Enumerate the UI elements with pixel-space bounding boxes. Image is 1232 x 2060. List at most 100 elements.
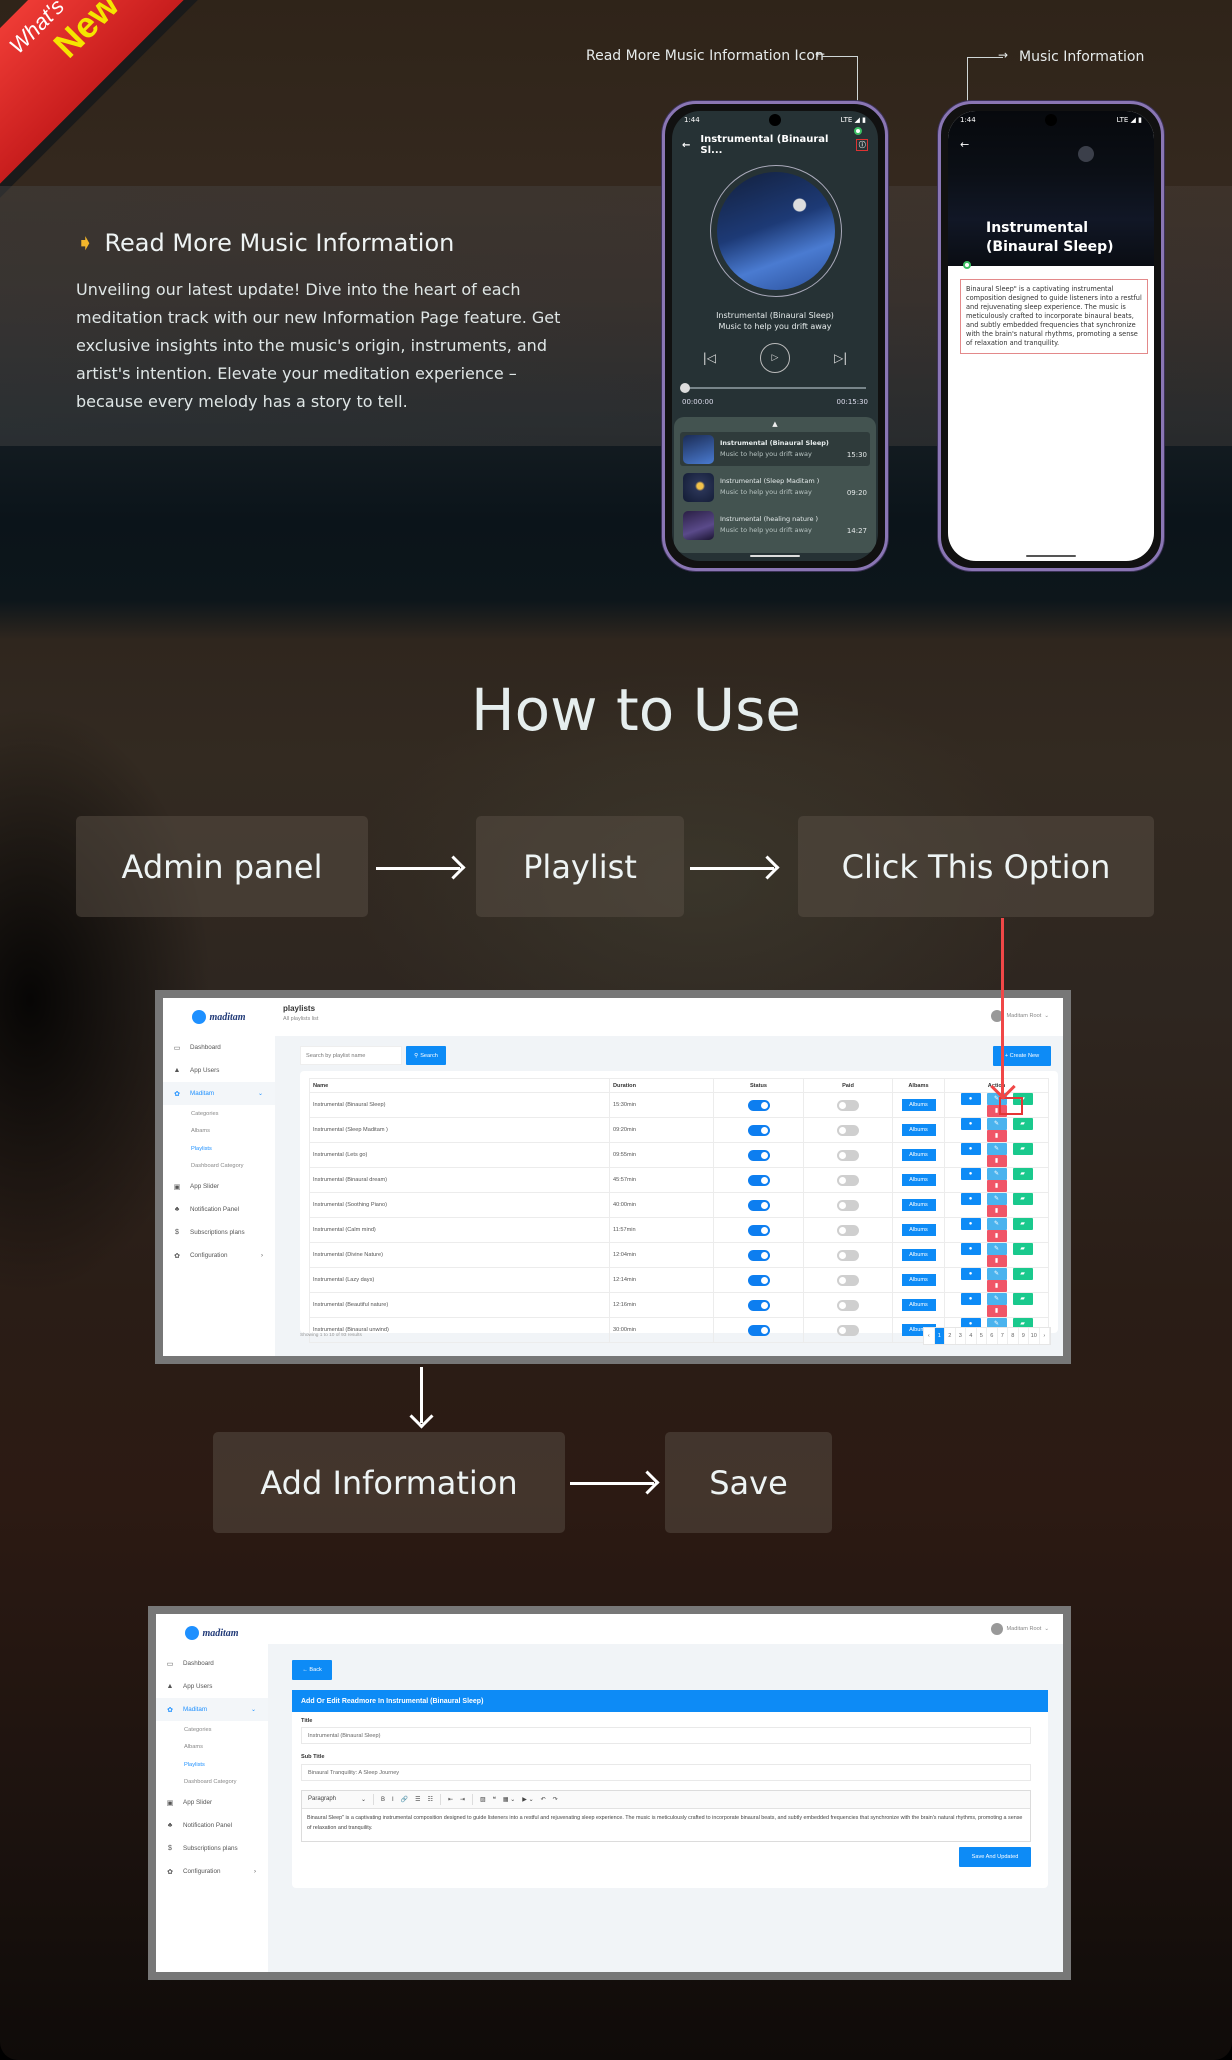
edit-button[interactable]: ✎ bbox=[986, 1293, 1007, 1305]
view-button[interactable]: ● bbox=[960, 1118, 981, 1130]
user-menu[interactable]: Maditam Root ⌄ bbox=[991, 1623, 1049, 1635]
paid-toggle[interactable] bbox=[837, 1274, 859, 1286]
albums-button[interactable]: Albums bbox=[901, 1274, 936, 1286]
page-9[interactable]: 9 bbox=[1019, 1328, 1029, 1344]
subnav-item-playlists[interactable]: Playlists bbox=[156, 1756, 268, 1774]
sidebar-item-maditam[interactable]: ✿ Maditam ⌄ bbox=[156, 1698, 268, 1721]
albums-button[interactable]: Albums bbox=[901, 1099, 936, 1111]
title-input[interactable]: Instrumental (Binaural Sleep) bbox=[301, 1727, 1031, 1744]
undo-icon[interactable]: ↶ bbox=[541, 1796, 546, 1803]
albums-button[interactable]: Albums bbox=[901, 1299, 936, 1311]
outdent-icon[interactable]: ⇤ bbox=[448, 1796, 453, 1803]
link-icon[interactable]: 🔗 bbox=[401, 1796, 408, 1803]
sidebar-item-subscriptions-plans[interactable]: $ Subscriptions plans bbox=[163, 1221, 275, 1244]
edit-button[interactable]: ✎ bbox=[986, 1218, 1007, 1230]
table-icon[interactable]: ▦ ⌄ bbox=[503, 1796, 515, 1803]
status-toggle[interactable] bbox=[747, 1124, 770, 1136]
sidebar-item-configuration[interactable]: ✿ Configuration › bbox=[156, 1860, 268, 1883]
sidebar-item-app-slider[interactable]: ▣ App Slider bbox=[156, 1791, 268, 1814]
paid-toggle[interactable] bbox=[837, 1149, 859, 1161]
page-6[interactable]: 6 bbox=[987, 1328, 998, 1344]
quote-icon[interactable]: ❝ bbox=[493, 1796, 496, 1803]
view-button[interactable]: ● bbox=[960, 1193, 981, 1205]
paid-toggle[interactable] bbox=[837, 1199, 859, 1211]
back-arrow-icon[interactable]: ← bbox=[960, 138, 969, 151]
view-button[interactable]: ● bbox=[960, 1293, 981, 1305]
skip-previous-icon[interactable]: |◁ bbox=[703, 351, 716, 365]
readmore-button[interactable]: ▰ bbox=[1012, 1168, 1033, 1180]
queue-item[interactable]: Instrumental (Binaural Sleep) Music to he… bbox=[680, 432, 870, 466]
status-toggle[interactable] bbox=[747, 1224, 770, 1236]
bold-icon[interactable]: B bbox=[381, 1797, 385, 1803]
back-button[interactable]: ← Back bbox=[292, 1660, 332, 1680]
sidebar-item-maditam[interactable]: ✿ Maditam ⌄ bbox=[163, 1082, 275, 1105]
albums-button[interactable]: Albums bbox=[901, 1124, 936, 1136]
paid-toggle[interactable] bbox=[837, 1224, 859, 1236]
back-arrow-icon[interactable]: ← bbox=[682, 140, 690, 151]
view-button[interactable]: ● bbox=[960, 1268, 981, 1280]
albums-button[interactable]: Albums bbox=[901, 1174, 936, 1186]
view-button[interactable]: ● bbox=[960, 1093, 981, 1105]
status-toggle[interactable] bbox=[747, 1324, 770, 1336]
sidebar-item-app-users[interactable]: ▲ App Users bbox=[163, 1059, 275, 1082]
readmore-button[interactable]: ▰ bbox=[1012, 1118, 1033, 1130]
subnav-item-albams[interactable]: Albams bbox=[156, 1739, 268, 1757]
edit-button[interactable]: ✎ bbox=[986, 1268, 1007, 1280]
page-5[interactable]: 5 bbox=[977, 1328, 987, 1344]
paid-toggle[interactable] bbox=[837, 1324, 859, 1336]
readmore-button[interactable]: ▰ bbox=[1012, 1143, 1033, 1155]
sidebar-item-configuration[interactable]: ✿ Configuration › bbox=[163, 1244, 275, 1267]
paid-toggle[interactable] bbox=[837, 1099, 859, 1111]
edit-button[interactable]: ✎ bbox=[986, 1143, 1007, 1155]
redo-icon[interactable]: ↷ bbox=[553, 1796, 558, 1803]
media-icon[interactable]: ▶ ⌄ bbox=[522, 1796, 533, 1803]
play-button[interactable]: ▷ bbox=[760, 343, 790, 373]
view-button[interactable]: ● bbox=[960, 1143, 981, 1155]
numbered-list-icon[interactable]: ☷ bbox=[428, 1796, 433, 1803]
sidebar-item-subscriptions-plans[interactable]: $ Subscriptions plans bbox=[156, 1837, 268, 1860]
sidebar-item-notification-panel[interactable]: ♣ Notification Panel bbox=[156, 1814, 268, 1837]
delete-button[interactable]: ▮ bbox=[986, 1280, 1007, 1292]
status-toggle[interactable] bbox=[747, 1099, 770, 1111]
page-3[interactable]: 3 bbox=[956, 1328, 966, 1344]
page-2[interactable]: 2 bbox=[945, 1328, 956, 1344]
readmore-button[interactable]: ▰ bbox=[1012, 1193, 1033, 1205]
view-button[interactable]: ● bbox=[960, 1168, 981, 1180]
paid-toggle[interactable] bbox=[837, 1299, 859, 1311]
editor-content[interactable]: Binaural Sleep" is a captivating instrum… bbox=[302, 1809, 1030, 1837]
paid-toggle[interactable] bbox=[837, 1174, 859, 1186]
search-button[interactable]: ⚲ Search bbox=[406, 1046, 446, 1065]
status-toggle[interactable] bbox=[747, 1299, 770, 1311]
edit-button[interactable]: ✎ bbox=[986, 1118, 1007, 1130]
page-prev[interactable]: ‹ bbox=[924, 1328, 935, 1344]
subnav-item-albams[interactable]: Albams bbox=[163, 1123, 275, 1141]
subnav-item-playlists[interactable]: Playlists bbox=[163, 1140, 275, 1158]
edit-button[interactable]: ✎ bbox=[986, 1243, 1007, 1255]
caret-up-icon[interactable]: ▲ bbox=[674, 420, 876, 428]
save-and-update-button[interactable]: Save And Updated bbox=[959, 1847, 1031, 1867]
sidebar-item-notification-panel[interactable]: ♣ Notification Panel bbox=[163, 1198, 275, 1221]
edit-button[interactable]: ✎ bbox=[986, 1168, 1007, 1180]
readmore-button[interactable]: ▰ bbox=[1012, 1268, 1033, 1280]
read-more-info-icon[interactable]: ⓘ bbox=[856, 139, 868, 151]
subnav-item-categories[interactable]: Categories bbox=[163, 1105, 275, 1123]
sidebar-item-dashboard[interactable]: ▭ Dashboard bbox=[163, 1036, 275, 1059]
paid-toggle[interactable] bbox=[837, 1249, 859, 1261]
search-input[interactable]: Search by playlist name bbox=[300, 1046, 402, 1065]
delete-button[interactable]: ▮ bbox=[986, 1305, 1007, 1317]
indent-icon[interactable]: ⇥ bbox=[460, 1796, 465, 1803]
status-toggle[interactable] bbox=[747, 1149, 770, 1161]
delete-button[interactable]: ▮ bbox=[986, 1155, 1007, 1167]
page-next[interactable]: › bbox=[1040, 1328, 1050, 1344]
delete-button[interactable]: ▮ bbox=[986, 1180, 1007, 1192]
readmore-button[interactable]: ▰ bbox=[1012, 1218, 1033, 1230]
page-10[interactable]: 10 bbox=[1029, 1328, 1040, 1344]
italic-icon[interactable]: I bbox=[392, 1797, 394, 1803]
skip-next-icon[interactable]: ▷| bbox=[834, 351, 847, 365]
albums-button[interactable]: Albums bbox=[901, 1224, 936, 1236]
subnav-item-dashboard-category[interactable]: Dashboard Category bbox=[163, 1158, 275, 1176]
sidebar-item-app-users[interactable]: ▲ App Users bbox=[156, 1675, 268, 1698]
view-button[interactable]: ● bbox=[960, 1243, 981, 1255]
seek-knob[interactable] bbox=[680, 383, 690, 393]
readmore-button[interactable]: ▰ bbox=[1012, 1243, 1033, 1255]
